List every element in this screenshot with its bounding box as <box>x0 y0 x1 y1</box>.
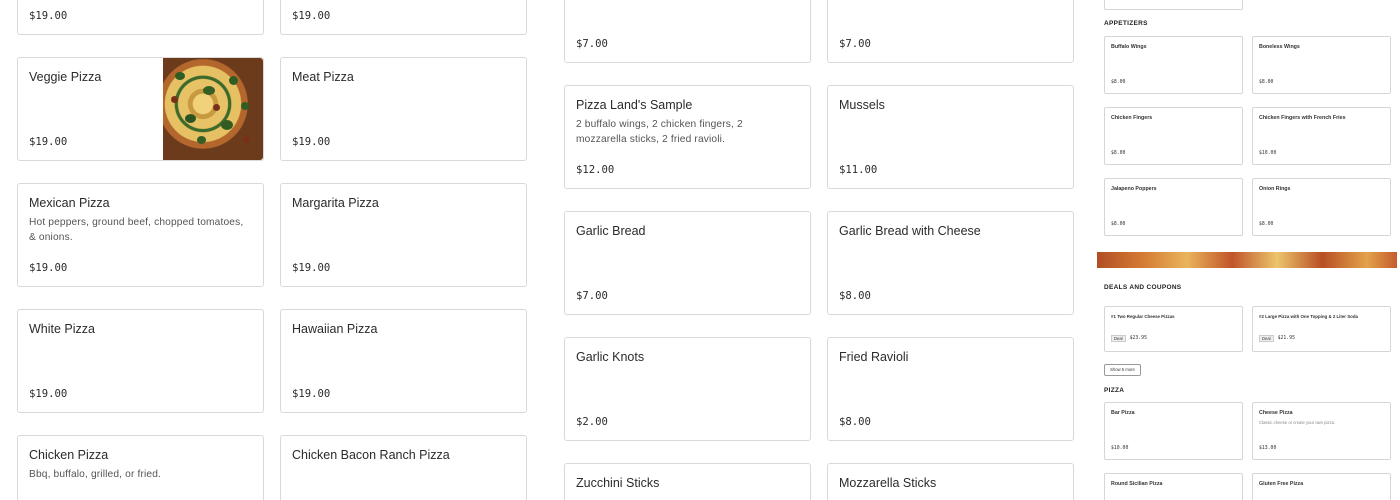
deal-price: $21.95 <box>1277 336 1295 341</box>
mini-item-price: $8.00 <box>1111 151 1126 156</box>
item-price: $19.00 <box>29 136 68 148</box>
menu-item-fried-ravioli[interactable]: Fried Ravioli $8.00 <box>827 337 1074 441</box>
item-name: Garlic Bread with Cheese <box>839 224 981 238</box>
menu-item-garlic-knots[interactable]: Garlic Knots $2.00 <box>564 337 811 441</box>
item-price: $2.00 <box>576 416 608 428</box>
menu-item-garlic-bread[interactable]: Garlic Bread $7.00 <box>564 211 811 315</box>
item-description: Bbq, buffalo, grilled, or fried. <box>29 469 162 480</box>
item-name: Garlic Bread <box>576 224 646 238</box>
menu-item-margarita-pizza[interactable]: Margarita Pizza $19.00 <box>280 183 527 287</box>
menu-item-garlic-bread-with-cheese[interactable]: Garlic Bread with Cheese $8.00 <box>827 211 1074 315</box>
mini-item-name: Bar Pizza <box>1111 410 1135 416</box>
mini-item-chicken-fingers-fries[interactable]: Chicken Fingers with French Fries $10.00 <box>1252 107 1391 165</box>
mini-item-name: Jalapeno Poppers <box>1111 186 1157 192</box>
mini-item-onion-rings[interactable]: Onion Rings $8.00 <box>1252 178 1391 236</box>
item-price: $19.00 <box>292 388 331 400</box>
mini-item-price: $8.00 <box>1259 222 1274 227</box>
mini-item-buffalo-wings[interactable]: Buffalo Wings $8.00 <box>1104 36 1243 94</box>
item-name: Garlic Knots <box>576 350 645 364</box>
deal-tag: Deal <box>1259 335 1274 342</box>
appetizers-heading: APPETIZERS <box>1104 20 1148 27</box>
item-price: $12.00 <box>576 164 615 176</box>
mini-item-cheese-pizza[interactable]: Cheese Pizza Classic cheese or create yo… <box>1252 402 1391 460</box>
menu-item-chicken-bacon-ranch-pizza[interactable]: Chicken Bacon Ranch Pizza <box>280 435 527 500</box>
item-name: Veggie Pizza <box>29 70 102 84</box>
item-price: $11.00 <box>839 164 878 176</box>
mini-item-price: $8.00 <box>1111 80 1126 85</box>
menu-item-card[interactable]: $19.00 <box>280 0 527 35</box>
item-price: $19.00 <box>292 262 331 274</box>
mini-item-price: $10.00 <box>1259 151 1277 156</box>
menu-item-card[interactable]: $19.00 <box>17 0 264 35</box>
mini-item-name: Round Sicilian Pizza <box>1111 481 1163 487</box>
mini-item-name: Gluten Free Pizza <box>1259 481 1304 487</box>
show-more-button[interactable]: Show 5 more <box>1104 364 1141 376</box>
item-name: Margarita Pizza <box>292 196 379 210</box>
menu-item-hawaiian-pizza[interactable]: Hawaiian Pizza $19.00 <box>280 309 527 413</box>
menu-item-veggie-pizza[interactable]: Veggie Pizza $19.00 <box>17 57 264 161</box>
mini-deal-name: #1 Two Regular Cheese Pizzas <box>1111 314 1175 319</box>
item-price: $19.00 <box>29 262 68 274</box>
item-price: $19.00 <box>292 10 331 22</box>
item-price: $7.00 <box>839 38 871 50</box>
mini-deal-1[interactable]: #1 Two Regular Cheese Pizzas Deal $23.95 <box>1104 306 1243 352</box>
item-name: Meat Pizza <box>292 70 354 84</box>
item-price: $8.00 <box>839 416 871 428</box>
mini-item-name: Chicken Fingers <box>1111 115 1153 121</box>
menu-item-white-pizza[interactable]: White Pizza $19.00 <box>17 309 264 413</box>
item-name: Mexican Pizza <box>29 196 110 210</box>
menu-item-meat-pizza[interactable]: Meat Pizza $19.00 <box>280 57 527 161</box>
mini-item-name: Boneless Wings <box>1259 44 1300 50</box>
item-price: $19.00 <box>292 136 331 148</box>
item-name: Zucchini Sticks <box>576 476 660 490</box>
deals-heading: DEALS AND COUPONS <box>1104 284 1182 291</box>
mini-deal-2[interactable]: #2 Large Pizza with One Topping & 2 Lite… <box>1252 306 1391 352</box>
menu-item-pizza-lands-sample[interactable]: Pizza Land's Sample 2 buffalo wings, 2 c… <box>564 85 811 189</box>
item-price: $7.00 <box>576 38 608 50</box>
menu-item-mexican-pizza[interactable]: Mexican Pizza Hot peppers, ground beef, … <box>17 183 264 287</box>
item-price: $19.00 <box>29 10 68 22</box>
deals-banner-image <box>1097 252 1397 268</box>
item-name: Pizza Land's Sample <box>576 98 693 112</box>
mini-item-round-sicilian-pizza[interactable]: Round Sicilian Pizza <box>1104 473 1243 500</box>
item-name: Mussels <box>839 98 885 112</box>
mini-item-price: $8.00 <box>1111 222 1126 227</box>
item-description: 2 buffalo wings, 2 chicken fingers, 2 mo… <box>576 119 743 145</box>
menu-item-card[interactable]: $7.00 <box>564 0 811 63</box>
mini-item-name: Chicken Fingers with French Fries <box>1259 115 1346 121</box>
item-name: Chicken Bacon Ranch Pizza <box>292 448 450 462</box>
item-name: White Pizza <box>29 322 95 336</box>
deal-price: $23.95 <box>1129 336 1147 341</box>
pizza-heading: PIZZA <box>1104 387 1125 394</box>
menu-item-card[interactable]: $7.00 <box>827 0 1074 63</box>
mini-deal-name: #2 Large Pizza with One Topping & 2 Lite… <box>1259 314 1358 319</box>
mini-item-boneless-wings[interactable]: Boneless Wings $8.00 <box>1252 36 1391 94</box>
mini-item-price: $8.00 <box>1259 80 1274 85</box>
mini-item-name: Cheese Pizza <box>1259 410 1293 416</box>
mini-item-jalapeno-poppers[interactable]: Jalapeno Poppers $8.00 <box>1104 178 1243 236</box>
mini-item-name: Onion Rings <box>1259 186 1291 192</box>
pizza-photo <box>163 58 263 160</box>
item-name: Mozzarella Sticks <box>839 476 937 490</box>
menu-item-mozzarella-sticks[interactable]: Mozzarella Sticks <box>827 463 1074 500</box>
item-name: Chicken Pizza <box>29 448 109 462</box>
menu-item-chicken-pizza[interactable]: Chicken Pizza Bbq, buffalo, grilled, or … <box>17 435 264 500</box>
item-price: $7.00 <box>576 290 608 302</box>
item-description: Hot peppers, ground beef, chopped tomato… <box>29 217 244 243</box>
item-price: $19.00 <box>29 388 68 400</box>
menu-item-mussels[interactable]: Mussels $11.00 <box>827 85 1074 189</box>
mini-item-name: Buffalo Wings <box>1111 44 1147 50</box>
mini-item-chicken-fingers[interactable]: Chicken Fingers $8.00 <box>1104 107 1243 165</box>
mini-item-bar-pizza[interactable]: Bar Pizza $10.00 <box>1104 402 1243 460</box>
mini-item-price: $10.00 <box>1111 446 1129 451</box>
mini-item-gluten-free-pizza[interactable]: Gluten Free Pizza <box>1252 473 1391 500</box>
mini-menu-card[interactable] <box>1104 0 1243 10</box>
item-price: $8.00 <box>839 290 871 302</box>
item-name: Hawaiian Pizza <box>292 322 378 336</box>
deal-tag: Deal <box>1111 335 1126 342</box>
mini-item-description: Classic cheese or create your own pizza. <box>1259 420 1336 425</box>
menu-item-zucchini-sticks[interactable]: Zucchini Sticks <box>564 463 811 500</box>
item-name: Fried Ravioli <box>839 350 909 364</box>
mini-item-price: $13.00 <box>1259 446 1277 451</box>
